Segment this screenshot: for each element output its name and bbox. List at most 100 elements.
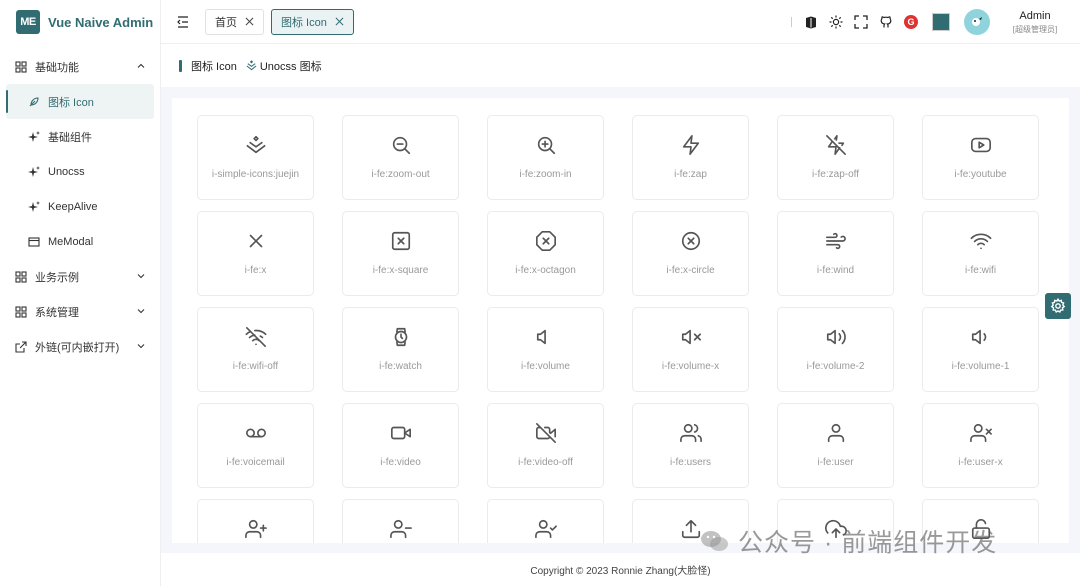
icon-card[interactable]: i-fe:wifi-off xyxy=(197,307,314,392)
sidebar-item-memodal[interactable]: MeModal xyxy=(6,224,154,259)
icon-card[interactable]: i-fe:zoom-in xyxy=(487,115,604,200)
icon-name: i-fe:zap xyxy=(674,169,707,180)
icon-card[interactable]: i-fe:video-off xyxy=(487,403,604,488)
icon-card[interactable]: i-fe:user-x xyxy=(922,403,1039,488)
unocss-icons-link[interactable]: Unocss 图标 xyxy=(246,58,322,74)
app-logo[interactable]: ME Vue Naive Admin xyxy=(0,0,160,44)
icon-name: i-fe:zap-off xyxy=(811,169,860,180)
tab-home[interactable]: 首页 xyxy=(205,8,264,35)
title-accent-bar xyxy=(179,59,182,72)
icon-card[interactable]: i-fe:watch xyxy=(342,307,459,392)
icon-card[interactable] xyxy=(632,499,749,543)
sidebar-item-basic-components[interactable]: 基础组件 xyxy=(6,119,154,154)
icon-card[interactable]: i-fe:youtube xyxy=(922,115,1039,200)
chevron-down-icon xyxy=(137,274,145,279)
page-title-bar: 图标 Icon Unocss 图标 xyxy=(161,44,1080,87)
volume-2-icon xyxy=(826,329,846,345)
logo-mark: ME xyxy=(16,10,40,34)
icon-card[interactable]: i-fe:x-square xyxy=(342,211,459,296)
settings-button[interactable] xyxy=(1045,293,1071,319)
icon-card[interactable] xyxy=(487,499,604,543)
voicemail-icon xyxy=(245,428,266,438)
icon-card[interactable]: i-fe:users xyxy=(632,403,749,488)
close-icon[interactable] xyxy=(245,17,254,26)
icon-name: i-fe:wind xyxy=(816,265,855,276)
menu-collapse-icon[interactable] xyxy=(175,14,191,30)
avatar[interactable] xyxy=(964,9,990,35)
icon-card[interactable]: i-fe:volume-x xyxy=(632,307,749,392)
icon-card[interactable]: i-simple-icons:juejin xyxy=(197,115,314,200)
close-icon[interactable] xyxy=(335,17,344,26)
divider xyxy=(791,17,792,27)
x-circle-icon xyxy=(681,231,700,251)
icon-name: i-fe:wifi-off xyxy=(232,361,279,372)
volume-x-icon xyxy=(681,329,701,345)
top-header: 首页 图标 Icon G Admin [超级管理员] xyxy=(161,0,1080,44)
icon-name: i-fe:x-square xyxy=(372,265,429,276)
chevron-up-icon xyxy=(137,63,145,68)
sidebar-item-unocss[interactable]: Unocss xyxy=(6,154,154,189)
fullscreen-icon[interactable] xyxy=(854,15,868,29)
tab-icon[interactable]: 图标 Icon xyxy=(271,8,354,35)
feather-icon xyxy=(29,96,39,106)
icon-card[interactable]: i-fe:wifi xyxy=(922,211,1039,296)
grid-icon xyxy=(15,305,27,318)
icon-card[interactable]: i-fe:video xyxy=(342,403,459,488)
icon-card[interactable] xyxy=(922,499,1039,543)
gitee-icon[interactable]: G xyxy=(904,15,918,29)
user-minus-icon xyxy=(389,519,412,539)
icon-card[interactable]: i-fe:zoom-out xyxy=(342,115,459,200)
icon-card[interactable]: i-fe:voicemail xyxy=(197,403,314,488)
icon-card[interactable]: i-fe:zap xyxy=(632,115,749,200)
volume-1-icon xyxy=(971,329,986,345)
youtube-icon xyxy=(970,137,991,153)
sidebar-item-label: 基础组件 xyxy=(48,131,92,144)
sidebar-item-label: 业务示例 xyxy=(35,271,79,284)
sidebar-item-business-examples[interactable]: 业务示例 xyxy=(6,259,154,294)
icon-card[interactable]: i-fe:wind xyxy=(777,211,894,296)
app-title: Vue Naive Admin xyxy=(48,14,154,30)
theme-color-picker[interactable] xyxy=(932,13,950,31)
sun-icon[interactable] xyxy=(829,15,843,29)
icon-name: i-fe:x-octagon xyxy=(515,265,576,276)
icon-card[interactable]: i-fe:x-octagon xyxy=(487,211,604,296)
book-icon[interactable] xyxy=(804,15,818,29)
page-title: 图标 Icon xyxy=(191,60,237,73)
icon-name: i-fe:voicemail xyxy=(226,457,285,468)
sidebar-item-label: 基础功能 xyxy=(35,61,79,74)
sidebar: ME Vue Naive Admin 基础功能 图标 Icon 基础组件 Uno… xyxy=(0,0,161,586)
zoom-out-icon xyxy=(392,136,410,155)
icon-name: i-fe:user xyxy=(817,457,854,468)
wifi-off-icon xyxy=(245,327,266,347)
sidebar-item-basic-features[interactable]: 基础功能 xyxy=(6,49,154,84)
sidebar-item-label: Unocss xyxy=(48,165,85,178)
window-icon xyxy=(28,236,40,247)
icon-card[interactable] xyxy=(342,499,459,543)
video-off-icon xyxy=(535,423,556,443)
user-name: Admin xyxy=(1019,9,1051,22)
icon-name: i-fe:x xyxy=(244,265,267,276)
icon-card[interactable]: i-fe:volume xyxy=(487,307,604,392)
sidebar-item-external-links[interactable]: 外链(可内嵌打开) xyxy=(6,329,154,364)
header-toolbar: G Admin [超级管理员] xyxy=(791,0,1080,44)
icon-card[interactable]: i-fe:zap-off xyxy=(777,115,894,200)
sidebar-item-system-management[interactable]: 系统管理 xyxy=(6,294,154,329)
icon-card[interactable]: i-fe:x xyxy=(197,211,314,296)
icon-name: i-fe:video-off xyxy=(518,457,573,468)
user-info[interactable]: Admin [超级管理员] xyxy=(1000,10,1070,35)
icon-card[interactable] xyxy=(777,499,894,543)
github-icon[interactable] xyxy=(879,15,893,29)
icon-card[interactable]: i-fe:volume-2 xyxy=(777,307,894,392)
sidebar-item-icon[interactable]: 图标 Icon xyxy=(6,84,154,119)
icon-card[interactable]: i-fe:user xyxy=(777,403,894,488)
icon-grid-card: i-simple-icons:juejin i-fe:zoom-out i-fe… xyxy=(172,98,1069,543)
sidebar-item-keepalive[interactable]: KeepAlive xyxy=(6,189,154,224)
upload-cloud-icon xyxy=(824,519,847,539)
sidebar-menu: 基础功能 图标 Icon 基础组件 Unocss KeepAlive MeMod… xyxy=(0,49,160,364)
icon-card[interactable]: i-fe:x-circle xyxy=(632,211,749,296)
sidebar-item-label: 外链(可内嵌打开) xyxy=(35,341,120,354)
icon-card[interactable] xyxy=(197,499,314,543)
upload-icon xyxy=(681,519,700,539)
icon-card[interactable]: i-fe:volume-1 xyxy=(922,307,1039,392)
users-icon xyxy=(679,423,702,443)
